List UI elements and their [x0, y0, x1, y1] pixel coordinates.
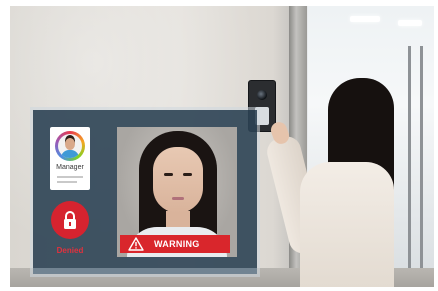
photo-face — [153, 147, 203, 213]
photo-eye — [183, 173, 192, 176]
ceiling-light — [350, 16, 380, 22]
access-control-panel: Manager Denied WARNING — [33, 110, 257, 274]
door-handle — [408, 46, 411, 276]
ceiling-light — [398, 20, 422, 26]
card-reader — [255, 107, 269, 125]
id-card-text-line — [57, 176, 83, 178]
id-card-text-line — [57, 181, 77, 183]
avatar — [55, 131, 85, 161]
door-handle — [420, 46, 423, 276]
access-status-label: Denied — [56, 246, 84, 255]
employee-id-card: Manager — [50, 127, 90, 190]
id-card-role: Manager — [56, 164, 84, 171]
warning-triangle-icon — [128, 237, 144, 251]
warning-label: WARNING — [154, 239, 200, 249]
woman-body — [300, 162, 394, 287]
avatar-shirt — [61, 150, 79, 158]
panel-base-glow — [33, 268, 257, 274]
office-entrance-scene: Manager Denied WARNING — [10, 6, 434, 287]
photo-eye — [164, 173, 173, 176]
photo-mouth — [172, 197, 184, 200]
access-denied-badge — [51, 201, 89, 239]
avatar-photo — [58, 134, 82, 158]
camera-lens-icon — [257, 90, 267, 100]
lock-icon — [64, 211, 76, 229]
warning-banner: WARNING — [120, 235, 230, 253]
avatar-head — [65, 138, 75, 150]
